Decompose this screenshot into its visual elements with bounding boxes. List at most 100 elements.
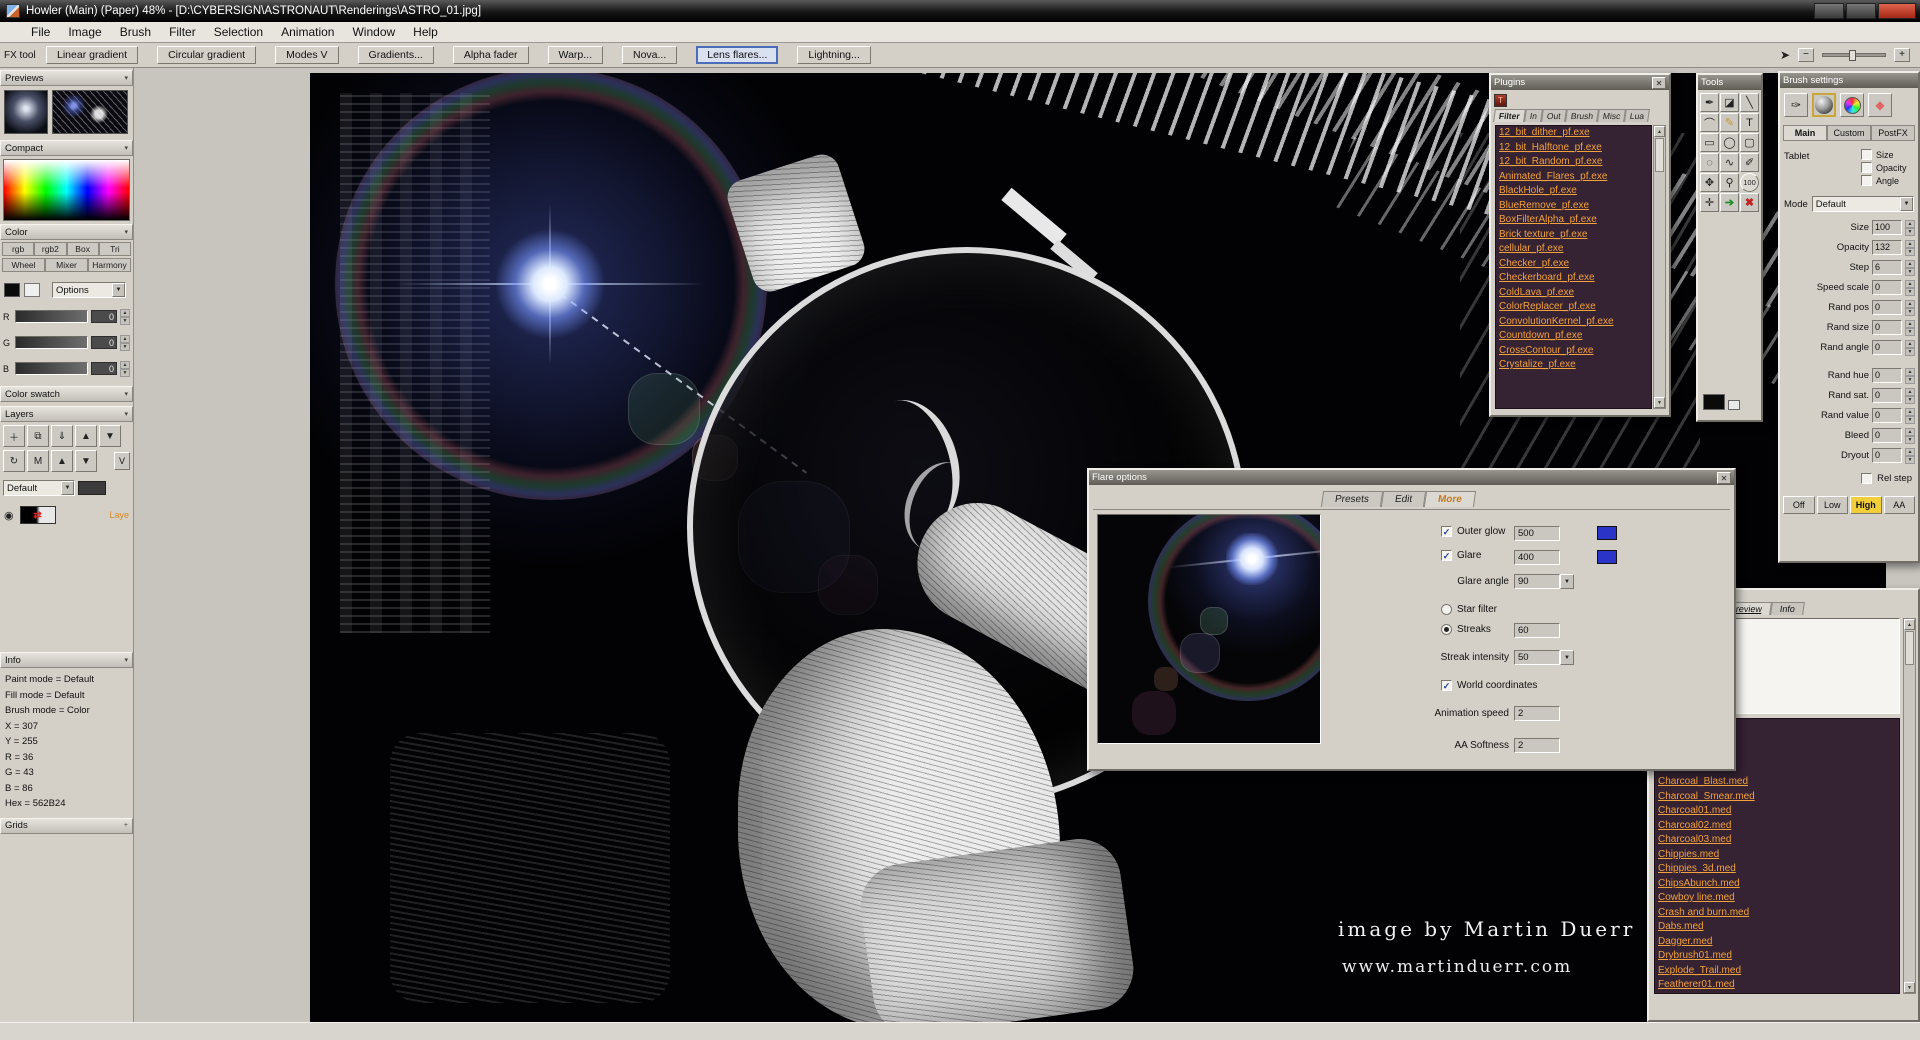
brush-file-item[interactable]: Charcoal_Blast.med [1655, 775, 1899, 790]
spinner-down-icon[interactable]: ▼ [120, 343, 130, 351]
menu-item[interactable]: Window [343, 23, 404, 41]
menu-item[interactable]: Filter [160, 23, 205, 41]
channel-slider[interactable] [15, 310, 88, 323]
param-value-box[interactable]: 0 [1872, 388, 1902, 403]
color-mode-tab[interactable]: Box [67, 242, 99, 256]
param-value-box[interactable]: 100 [1872, 220, 1902, 235]
glare-angle-value[interactable]: 90 [1514, 574, 1560, 589]
fx-toolbar-button[interactable]: Nova... [622, 46, 677, 64]
cursor-tool-icon[interactable]: ➤ [1780, 48, 1790, 62]
param-spinner[interactable]: ▲▼ [1905, 280, 1915, 295]
rel-step-checkbox[interactable] [1861, 473, 1872, 484]
filled-rect-tool-icon[interactable]: ▭ [1700, 133, 1719, 152]
palette-icon[interactable] [1840, 93, 1864, 117]
tools-titlebar[interactable]: Tools [1698, 75, 1761, 90]
zoom-slider-thumb[interactable] [1849, 50, 1856, 61]
spinner-up-icon[interactable]: ▲ [1905, 428, 1915, 436]
spinner-down-icon[interactable]: ▼ [1905, 268, 1915, 276]
param-value-box[interactable]: 0 [1872, 448, 1902, 463]
layer-mask-icon[interactable]: M [27, 450, 49, 472]
param-value-box[interactable]: 132 [1872, 240, 1902, 255]
param-value-box[interactable]: 0 [1872, 428, 1902, 443]
panel-header-layers[interactable]: Layers ▾ [0, 406, 133, 422]
plugins-tab-misc[interactable]: Misc [1597, 109, 1626, 122]
brush-file-item[interactable]: Charcoal02.med [1655, 819, 1899, 834]
scroll-up-icon[interactable]: ▲ [1654, 126, 1665, 137]
param-spinner[interactable]: ▲▼ [1905, 448, 1915, 463]
spinner-up-icon[interactable]: ▲ [120, 335, 130, 343]
menu-item[interactable]: File [22, 23, 59, 41]
param-spinner[interactable]: ▲▼ [1905, 428, 1915, 443]
brush-browser-scrollbar[interactable]: ▲ ▼ [1903, 618, 1916, 994]
color-mode-tab[interactable]: rgb2 [34, 242, 66, 256]
param-spinner[interactable]: ▲▼ [1905, 408, 1915, 423]
brush-file-item[interactable]: Dabs.med [1655, 920, 1899, 935]
collapse-icon[interactable]: ▾ [124, 74, 128, 82]
curve-tool-icon[interactable]: ⌒ [1700, 113, 1719, 132]
plugins-titlebar[interactable]: Plugins ✕ [1491, 75, 1669, 90]
scrollbar-track[interactable] [1654, 173, 1665, 397]
plugins-tab-filter[interactable]: Filter [1493, 109, 1526, 122]
collapse-icon[interactable]: ▾ [124, 656, 128, 664]
brush-preview-thumbnail[interactable] [4, 90, 48, 134]
brush-file-item[interactable]: Explode_Trail.med [1655, 964, 1899, 979]
spinner-down-icon[interactable]: ▼ [1905, 228, 1915, 236]
param-spinner[interactable]: ▲▼ [1905, 340, 1915, 355]
brush-size-badge[interactable]: 100 [1740, 173, 1759, 192]
brush-file-item[interactable]: Crash and burn.med [1655, 906, 1899, 921]
plugins-tab-lua[interactable]: Lua [1624, 109, 1650, 122]
spinner-down-icon[interactable]: ▼ [1905, 248, 1915, 256]
spinner-down-icon[interactable]: ▼ [1905, 416, 1915, 424]
plugin-item[interactable]: BlackHole_pf.exe [1496, 184, 1651, 199]
fx-toolbar-button[interactable]: Warp... [548, 46, 603, 64]
plugin-item[interactable]: 12_bit_Random_pf.exe [1496, 155, 1651, 170]
glare-checkbox[interactable]: ✓ [1441, 550, 1452, 561]
panel-header-previews[interactable]: Previews ▾ [0, 70, 133, 86]
param-spinner[interactable]: ▲▼ [1905, 220, 1915, 235]
outer-glow-checkbox[interactable]: ✓ [1441, 526, 1452, 537]
text-tool-icon[interactable]: T [1740, 113, 1759, 132]
glare-value[interactable]: 400 [1514, 550, 1560, 565]
dropdown-arrow-icon[interactable]: ▼ [1560, 574, 1574, 589]
param-value-box[interactable]: 0 [1872, 340, 1902, 355]
load-layer-icon[interactable]: ▲ [75, 425, 97, 447]
move-layer-down-icon[interactable]: ▼ [75, 450, 97, 472]
tab-custom[interactable]: Custom [1827, 125, 1871, 141]
ellipse-select-tool-icon[interactable]: ◌ [1700, 153, 1719, 172]
brush-mode-dropdown[interactable]: Default ▼ [1812, 196, 1914, 212]
color-options-dropdown[interactable]: Options ▼ [52, 282, 126, 298]
channel-slider[interactable] [15, 362, 88, 375]
zoom-out-button[interactable]: − [1798, 48, 1814, 62]
aa-button[interactable]: AA [1884, 496, 1916, 514]
secondary-color-swatch[interactable] [24, 283, 40, 297]
plugin-item[interactable]: 12_bit_Halftone_pf.exe [1496, 141, 1651, 156]
fx-toolbar-button[interactable]: Linear gradient [46, 46, 138, 64]
zoom-tool-icon[interactable]: ⚲ [1720, 173, 1739, 192]
hand-tool-icon[interactable]: ✥ [1700, 173, 1719, 192]
plugins-tab-out[interactable]: Out [1541, 109, 1567, 122]
spinner-down-icon[interactable]: ▼ [1905, 308, 1915, 316]
round-brush-preview[interactable] [1812, 93, 1836, 117]
plugin-item[interactable]: 12_bit_dither_pf.exe [1496, 126, 1651, 141]
scrollbar-thumb[interactable] [1905, 631, 1914, 665]
spinner-down-icon[interactable]: ▼ [1905, 288, 1915, 296]
fx-toolbar-button[interactable]: Alpha fader [453, 46, 529, 64]
panel-header-info[interactable]: Info ▾ [0, 652, 133, 668]
spinner-down-icon[interactable]: ▼ [1905, 328, 1915, 336]
color-mode-tab[interactable]: Tri [99, 242, 131, 256]
plugin-item[interactable]: Checkerboard_pf.exe [1496, 271, 1651, 286]
rotate-layer-icon[interactable]: ↻ [3, 450, 25, 472]
plugins-tab-in[interactable]: In [1524, 109, 1543, 122]
tab-main[interactable]: Main [1783, 125, 1827, 141]
brush-file-item[interactable]: Featherer01.med [1655, 978, 1899, 993]
animation-speed-value[interactable]: 2 [1514, 706, 1560, 721]
layer-visibility-button[interactable]: V [114, 452, 130, 470]
menu-item[interactable]: Brush [111, 23, 160, 41]
plugin-tool-icon[interactable]: T [1494, 94, 1507, 107]
channel-slider[interactable] [15, 336, 88, 349]
fx-toolbar-button[interactable]: Circular gradient [157, 46, 256, 64]
plugin-item[interactable]: ColorReplacer_pf.exe [1496, 300, 1651, 315]
background-color-swatch[interactable] [1728, 400, 1740, 410]
spinner-up-icon[interactable]: ▲ [1905, 240, 1915, 248]
spinner-down-icon[interactable]: ▼ [1905, 348, 1915, 356]
